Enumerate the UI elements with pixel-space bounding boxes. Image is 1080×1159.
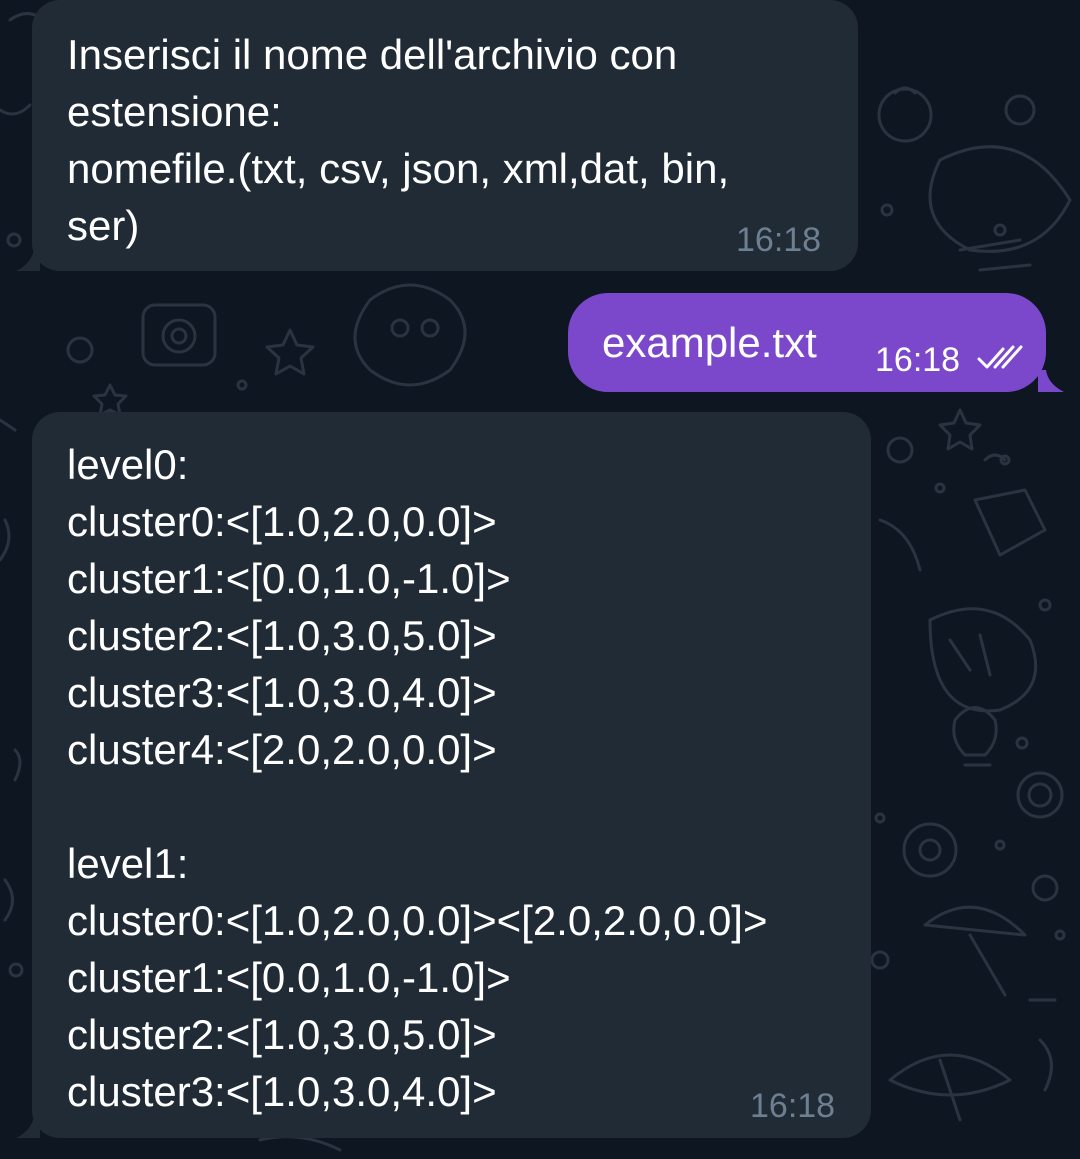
message-text-line: level0:: [67, 441, 189, 488]
message-timestamp: 16:18: [875, 341, 961, 379]
double-check-icon: [977, 345, 1023, 369]
message-text-line: cluster3:<[1.0,3.0,4.0]>: [67, 669, 497, 716]
message-text-line: cluster3:<[1.0,3.0,4.0]>: [67, 1068, 497, 1115]
bubble-tail: [16, 249, 40, 271]
message-text-line: nomefile.(txt, csv, json, xml,dat, bin,: [67, 145, 730, 192]
message-text: example.txt: [602, 319, 817, 366]
incoming-message-bubble[interactable]: level0: cluster0:<[1.0,2.0,0.0]> cluster…: [32, 412, 871, 1138]
outgoing-message-bubble[interactable]: example.txt 16:18: [568, 293, 1046, 392]
message-text-line: cluster0:<[1.0,2.0,0.0]><[2.0,2.0,0.0]>: [67, 897, 768, 944]
message-text-line: estensione:: [67, 88, 282, 135]
message-text-line: cluster2:<[1.0,3.0,5.0]>: [67, 612, 497, 659]
message-text-line: level1:: [67, 840, 189, 887]
message-text-line: cluster1:<[0.0,1.0,-1.0]>: [67, 954, 511, 1001]
message-text-line: cluster1:<[0.0,1.0,-1.0]>: [67, 555, 511, 602]
message-timestamp: 16:18: [750, 1087, 836, 1125]
incoming-message-bubble[interactable]: Inserisci il nome dell'archivio con este…: [32, 0, 858, 271]
message-text-line: cluster2:<[1.0,3.0,5.0]>: [67, 1011, 497, 1058]
message-timestamp: 16:18: [736, 221, 822, 259]
bubble-tail: [1038, 370, 1064, 392]
bubble-tail: [16, 1116, 40, 1138]
message-text-line: cluster4:<[2.0,2.0,0.0]>: [67, 726, 497, 773]
message-text-line: ser): [67, 202, 140, 249]
message-text-line: cluster0:<[1.0,2.0,0.0]>: [67, 498, 497, 545]
message-text-line: Inserisci il nome dell'archivio con: [67, 31, 678, 78]
